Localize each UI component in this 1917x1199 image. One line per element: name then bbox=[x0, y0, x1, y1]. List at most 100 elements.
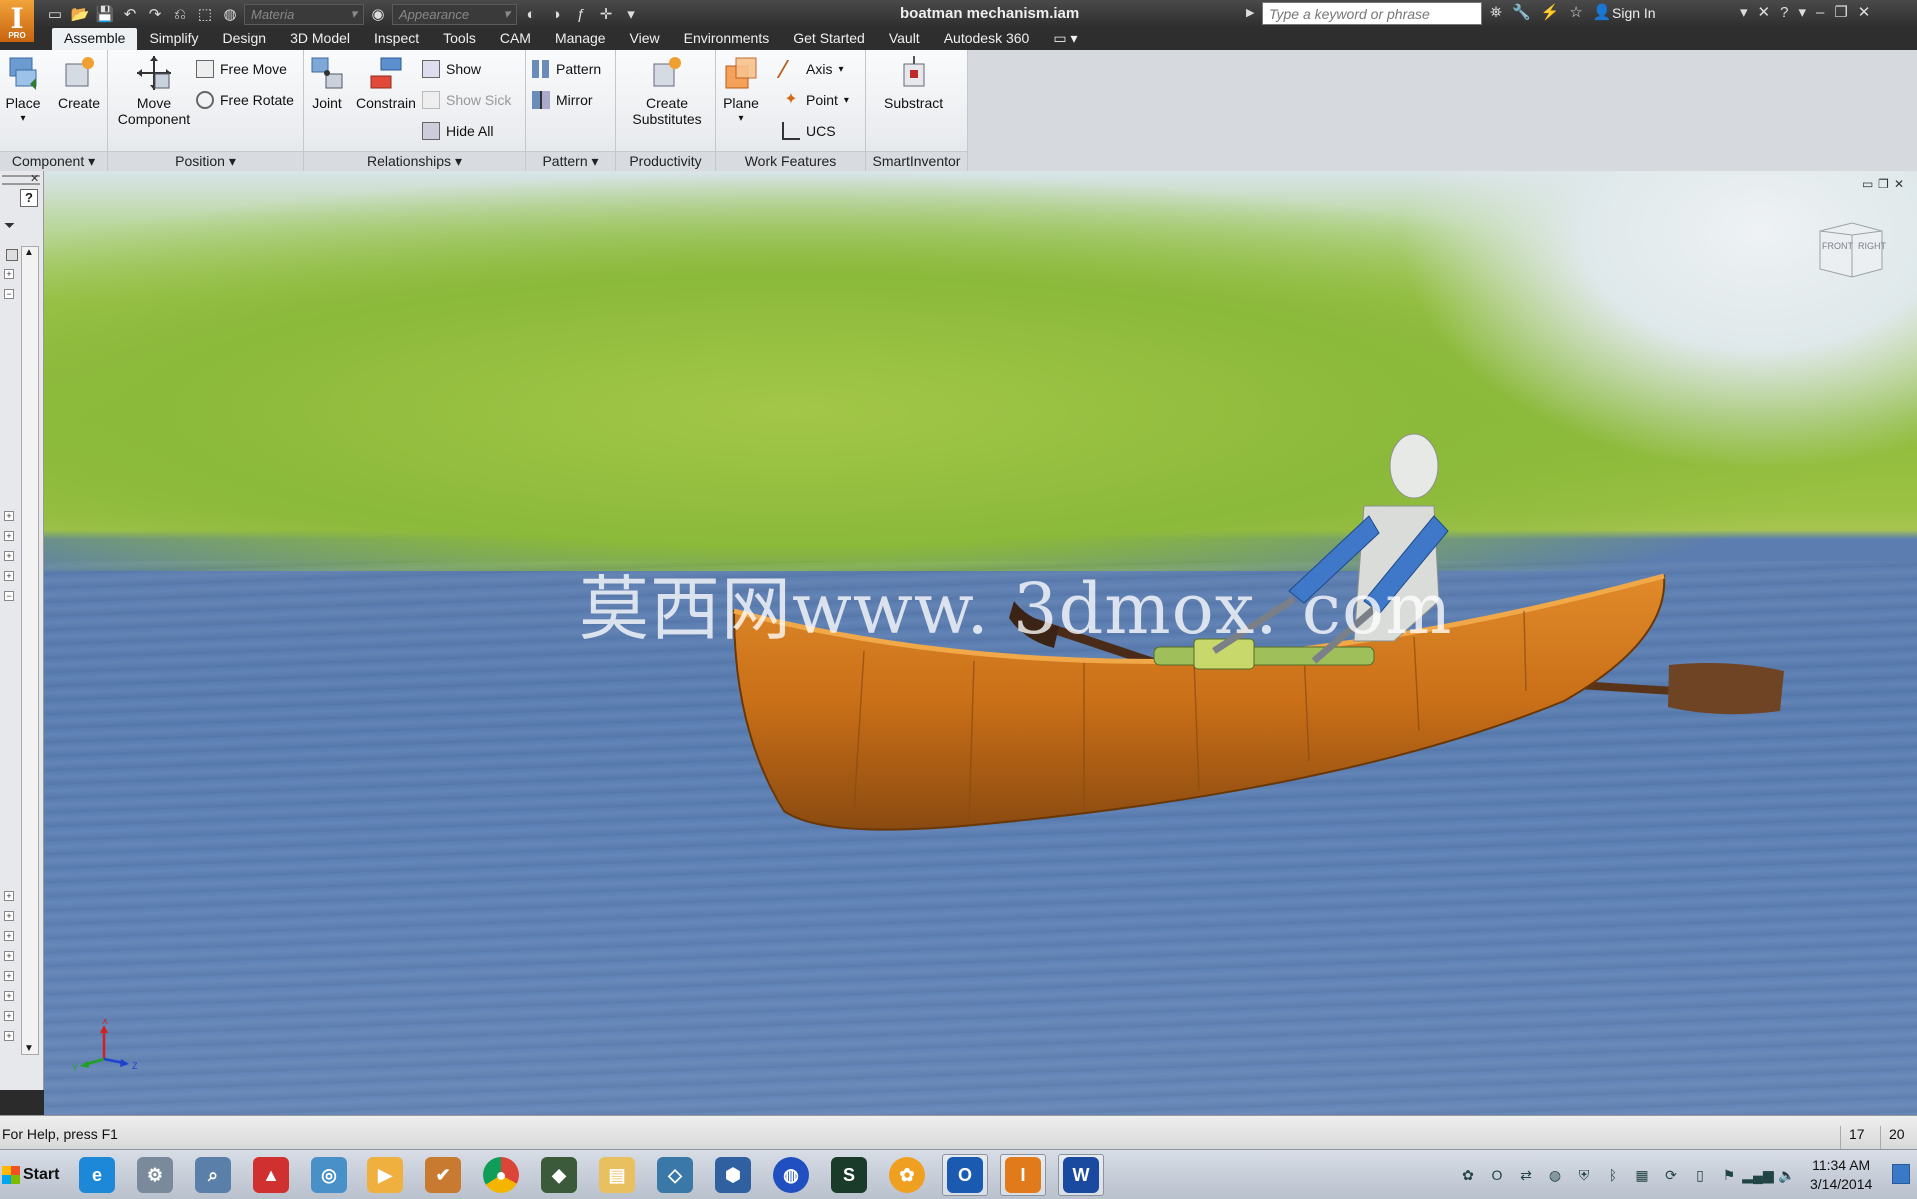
tree-expander[interactable]: − bbox=[4, 289, 14, 299]
ucs-button[interactable]: UCS bbox=[782, 122, 836, 140]
tree-expander[interactable]: + bbox=[4, 911, 14, 921]
appearance-sphere-icon[interactable]: ◉ bbox=[367, 3, 389, 25]
tray-volume-icon[interactable]: 🔈 bbox=[1777, 1165, 1797, 1185]
measure-icon[interactable]: ✛ bbox=[595, 3, 617, 25]
tree-expander[interactable]: + bbox=[4, 991, 14, 1001]
star-icon[interactable]: ☆ bbox=[1569, 3, 1582, 21]
taskbar-clock[interactable]: 11:34 AM 3/14/2014 bbox=[1810, 1156, 1872, 1194]
chevron-down-icon[interactable]: ▾ bbox=[1740, 3, 1748, 21]
tab-simplify[interactable]: Simplify bbox=[137, 28, 210, 50]
material-combo[interactable]: Materia ▾ bbox=[244, 3, 364, 25]
binoculars-icon[interactable]: ⛯ bbox=[1490, 4, 1502, 21]
tree-expander[interactable]: + bbox=[4, 551, 14, 561]
free-rotate-button[interactable]: Free Rotate bbox=[196, 91, 294, 109]
tray-network-icon[interactable]: ⇄ bbox=[1516, 1165, 1536, 1185]
minimize-icon[interactable]: – bbox=[1816, 4, 1824, 21]
position-panel-title[interactable]: Position ▾ bbox=[108, 151, 303, 171]
help-icon[interactable]: ? bbox=[1780, 4, 1788, 21]
tree-expander[interactable]: + bbox=[4, 571, 14, 581]
chevron-down-icon[interactable]: ▾ bbox=[1798, 3, 1806, 21]
tab-vault[interactable]: Vault bbox=[877, 28, 932, 50]
browser-scrollbar[interactable]: ▲ ▼ bbox=[21, 246, 39, 1055]
taskbar-tool-app[interactable]: ✔ bbox=[420, 1154, 466, 1196]
help-search-input[interactable]: Type a keyword or phrase bbox=[1262, 2, 1482, 25]
return-icon[interactable]: ⎌ bbox=[169, 3, 191, 25]
taskbar-virtualbox[interactable]: ⬢ bbox=[710, 1154, 756, 1196]
mirror-button[interactable]: Mirror bbox=[532, 91, 593, 109]
taskbar-internet-explorer[interactable]: e bbox=[74, 1154, 120, 1196]
tree-expander[interactable]: + bbox=[4, 931, 14, 941]
tree-expander[interactable]: + bbox=[4, 269, 14, 279]
graphics-viewport[interactable]: 莫西网www. 3dmox. com ▭ ❐ ✕ FRONT RIGHT X Y… bbox=[44, 171, 1917, 1115]
constrain-button[interactable]: Constrain bbox=[356, 54, 416, 111]
component-panel-title[interactable]: Component ▾ bbox=[0, 151, 107, 171]
ribbon-display-toggle-icon[interactable]: ▭ ▾ bbox=[1041, 28, 1089, 50]
taskbar-file-explorer[interactable]: ▤ bbox=[594, 1154, 640, 1196]
tab-manage[interactable]: Manage bbox=[543, 28, 618, 50]
adjust-appearance-icon[interactable]: ◐ bbox=[520, 3, 542, 25]
tray-globe-icon[interactable]: ◍ bbox=[1545, 1165, 1565, 1185]
undo-icon[interactable]: ↶ bbox=[119, 3, 141, 25]
close-icon[interactable]: ✕ bbox=[30, 172, 39, 185]
taskbar-inventor[interactable]: I bbox=[1000, 1154, 1046, 1196]
inventor-app-button[interactable]: I PRO bbox=[0, 0, 34, 42]
tree-expander[interactable]: + bbox=[4, 511, 14, 521]
taskbar-word[interactable]: W bbox=[1058, 1154, 1104, 1196]
taskbar-device-manager[interactable]: ⚙ bbox=[132, 1154, 178, 1196]
satellite-icon[interactable]: ⚡ bbox=[1541, 3, 1560, 21]
start-button[interactable]: Start bbox=[0, 1156, 60, 1194]
tray-bluetooth-icon[interactable]: ᛒ bbox=[1603, 1165, 1623, 1185]
substract-button[interactable]: Substract bbox=[884, 54, 943, 111]
tray-outlook-icon[interactable]: O bbox=[1487, 1165, 1507, 1185]
show-button[interactable]: Show bbox=[422, 60, 481, 78]
tab-get-started[interactable]: Get Started bbox=[781, 28, 877, 50]
scroll-down-icon[interactable]: ▼ bbox=[24, 1043, 34, 1054]
show-sick-button[interactable]: Show Sick bbox=[422, 91, 511, 109]
tree-expander[interactable]: + bbox=[4, 1031, 14, 1041]
exchange-icon[interactable]: ✕ bbox=[1758, 3, 1771, 21]
search-expand-icon[interactable]: ▶ bbox=[1246, 6, 1254, 19]
tray-flower-icon[interactable]: ✿ bbox=[1458, 1165, 1478, 1185]
taskbar-chrome[interactable]: ● bbox=[478, 1154, 524, 1196]
tree-expander[interactable]: + bbox=[4, 1011, 14, 1021]
tree-expander[interactable]: + bbox=[4, 971, 14, 981]
assembly-node-icon[interactable] bbox=[6, 249, 18, 261]
create-substitutes-button[interactable]: Create Substitutes bbox=[626, 54, 708, 127]
show-desktop-button[interactable] bbox=[1892, 1164, 1910, 1184]
point-button[interactable]: ✦ Point ▾ bbox=[782, 91, 849, 109]
taskbar-3d-app[interactable]: ◆ bbox=[536, 1154, 582, 1196]
taskbar-globe-app[interactable]: ◍ bbox=[768, 1154, 814, 1196]
taskbar-pdf-reader[interactable]: ▲ bbox=[248, 1154, 294, 1196]
close-view-icon[interactable]: ✕ bbox=[1894, 177, 1904, 191]
wrench-icon[interactable]: 🔧 bbox=[1512, 3, 1531, 21]
tray-sync-icon[interactable]: ⟳ bbox=[1661, 1165, 1681, 1185]
restore-icon[interactable]: ❐ bbox=[1834, 3, 1847, 21]
help-icon[interactable]: ? bbox=[20, 189, 38, 207]
tab-assemble[interactable]: Assemble bbox=[52, 28, 138, 50]
tab-cam[interactable]: CAM bbox=[488, 28, 543, 50]
hide-all-button[interactable]: Hide All bbox=[422, 122, 493, 140]
save-icon[interactable]: 💾 bbox=[94, 3, 116, 25]
tab-design[interactable]: Design bbox=[210, 28, 278, 50]
minimize-view-icon[interactable]: ▭ bbox=[1862, 177, 1873, 191]
tray-security-icon[interactable]: ⛨ bbox=[1574, 1165, 1594, 1185]
select-icon[interactable]: ⬚ bbox=[194, 3, 216, 25]
customize-dropdown-icon[interactable]: ▾ bbox=[620, 3, 642, 25]
tree-expander[interactable]: − bbox=[4, 591, 14, 601]
restore-view-icon[interactable]: ❐ bbox=[1878, 177, 1889, 191]
tab-inspect[interactable]: Inspect bbox=[362, 28, 431, 50]
taskbar-design-app[interactable]: ◇ bbox=[652, 1154, 698, 1196]
taskbar-sync-app[interactable]: ◎ bbox=[306, 1154, 352, 1196]
tab-view[interactable]: View bbox=[618, 28, 672, 50]
plane-button[interactable]: Plane ▾ bbox=[722, 54, 760, 127]
clear-appearance-icon[interactable]: ◑ bbox=[545, 3, 567, 25]
new-file-icon[interactable]: ▭ bbox=[44, 3, 66, 25]
redo-icon[interactable]: ↷ bbox=[144, 3, 166, 25]
pattern-panel-title[interactable]: Pattern ▾ bbox=[526, 151, 615, 171]
joint-button[interactable]: Joint bbox=[308, 54, 346, 111]
tray-power-icon[interactable]: ▯ bbox=[1690, 1165, 1710, 1185]
tab-autodesk-360[interactable]: Autodesk 360 bbox=[932, 28, 1042, 50]
taskbar-solidworks[interactable]: S bbox=[826, 1154, 872, 1196]
tab-environments[interactable]: Environments bbox=[672, 28, 782, 50]
open-folder-icon[interactable]: 📂 bbox=[69, 3, 91, 25]
